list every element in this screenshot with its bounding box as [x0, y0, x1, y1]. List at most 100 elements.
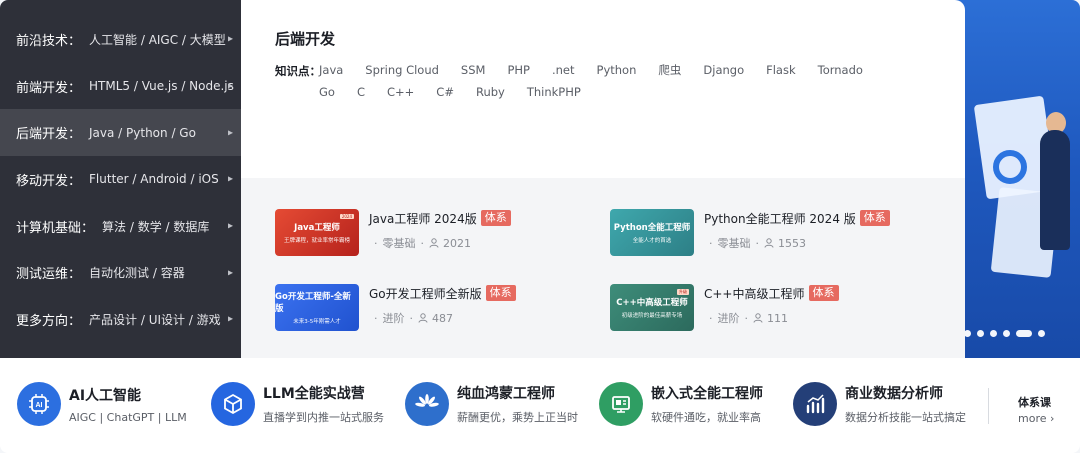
feature-text: 商业数据分析师 数据分析技能一站式搞定: [845, 383, 966, 425]
feature-harmonyos[interactable]: 纯血鸿蒙工程师 薪酬更优，乘势上正当时: [405, 382, 578, 426]
feature-embedded[interactable]: 嵌入式全能工程师 软硬件通吃，就业率高: [599, 382, 763, 426]
course-name: Java工程师 2024版: [369, 211, 477, 226]
meta-separator: ·: [709, 236, 713, 250]
knowledge-point-link[interactable]: 爬虫: [658, 60, 681, 80]
course-info: Go开发工程师全新版 体系 · 进阶 · 487: [369, 284, 516, 331]
chevron-right-icon: ▸: [227, 220, 233, 232]
nav-item-more[interactable]: 更多方向： 产品设计 / UI设计 / 游戏 ▸: [0, 296, 241, 343]
knowledge-point-link[interactable]: .net: [552, 60, 575, 80]
chevron-right-icon: ▸: [227, 313, 233, 325]
chevron-right-icon: ▸: [227, 127, 233, 139]
knowledge-point-link[interactable]: Java: [319, 60, 343, 80]
knowledge-point-link[interactable]: Tornado: [818, 60, 863, 80]
nav-item-frontend[interactable]: 前端开发： HTML5 / Vue.js / Node.js ▸: [0, 63, 241, 110]
nav-item-backend[interactable]: 后端开发： Java / Python / Go ▸: [0, 109, 241, 157]
carousel-dot-active[interactable]: [1016, 330, 1032, 337]
user-icon: [418, 313, 428, 323]
feature-text: 嵌入式全能工程师 软硬件通吃，就业率高: [651, 383, 763, 425]
more-link-text: more ›: [1018, 412, 1055, 425]
nav-subcategories: 产品设计 / UI设计 / 游戏: [89, 312, 221, 327]
course-info: Python全能工程师 2024 版 体系 · 零基础 · 1553: [704, 209, 890, 256]
chevron-right-icon: ▸: [227, 267, 233, 279]
carousel-dot[interactable]: [1038, 330, 1045, 337]
nav-item-testing-ops[interactable]: 测试运维： 自动化测试 / 容器 ▸: [0, 249, 241, 296]
knowledge-point-link[interactable]: Go: [319, 82, 335, 102]
hero-section: 前沿技术： 人工智能 / AIGC / 大模型 ▸ 前端开发： HTML5 / …: [0, 0, 1080, 358]
more-courses-link[interactable]: 体系课 more ›: [1018, 394, 1054, 425]
knowledge-point-link[interactable]: PHP: [507, 60, 530, 80]
course-card-go[interactable]: Go开发工程师-全新版 未来3-5年刚需人才 Go开发工程师全新版 体系 · 进…: [275, 284, 516, 331]
nav-item-mobile[interactable]: 移动开发： Flutter / Android / iOS ▸: [0, 156, 241, 203]
feature-description: 软硬件通吃，就业率高: [651, 411, 761, 424]
meta-separator: ·: [409, 311, 414, 325]
knowledge-point-link[interactable]: Spring Cloud: [365, 60, 439, 80]
thumbnail-subtitle: 未来3-5年刚需人才: [293, 319, 341, 325]
nav-subcategories: Flutter / Android / iOS: [89, 172, 219, 187]
nav-subcategories: HTML5 / Vue.js / Node.js: [89, 79, 234, 94]
course-meta: · 零基础 · 2021: [369, 235, 511, 251]
course-card-java[interactable]: Java工程师 王牌课程，就业率常年霸榜 2024 Java工程师 2024版 …: [275, 209, 511, 256]
course-title: Go开发工程师全新版 体系: [369, 284, 516, 302]
learner-count: 2021: [443, 236, 471, 250]
course-name: Python全能工程师 2024 版: [704, 211, 856, 226]
knowledge-point-link[interactable]: Ruby: [476, 82, 505, 102]
learner-count: 111: [767, 311, 788, 325]
feature-bar: AI AI人工智能 AIGC | ChatGPT | LLM LLM全能实战营 …: [0, 358, 1080, 453]
learner-count: 1553: [778, 236, 806, 250]
nav-category-label: 计算机基础：: [16, 220, 95, 236]
course-level: 进阶: [717, 312, 740, 325]
thumbnail-title: C++中高级工程师: [616, 298, 688, 308]
user-icon: [764, 238, 774, 248]
course-info: C++中高级工程师 体系 · 进阶 · 111: [704, 284, 839, 331]
feature-ai[interactable]: AI AI人工智能 AIGC | ChatGPT | LLM: [17, 382, 187, 426]
feature-description: 直播学到内推一站式服务: [263, 411, 384, 424]
feature-text: AI人工智能 AIGC | ChatGPT | LLM: [69, 385, 187, 424]
course-list: Java工程师 王牌课程，就业率常年霸榜 2024 Java工程师 2024版 …: [241, 178, 965, 358]
knowledge-point-link[interactable]: C: [357, 82, 365, 102]
feature-text: LLM全能实战营 直播学到内推一站式服务: [263, 383, 384, 425]
carousel-indicator: [964, 330, 1045, 337]
knowledge-point-link[interactable]: SSM: [461, 60, 486, 80]
course-level: 进阶: [382, 312, 405, 325]
cube-icon: [211, 382, 255, 426]
course-thumbnail: Python全能工程师 全能人才的首选: [610, 209, 694, 256]
feature-data-analyst[interactable]: 商业数据分析师 数据分析技能一站式搞定: [793, 382, 966, 426]
harmonyos-icon: [405, 382, 449, 426]
nav-category-label: 测试运维：: [16, 267, 82, 283]
carousel-dot[interactable]: [1003, 330, 1010, 337]
carousel-dot[interactable]: [990, 330, 997, 337]
feature-description: AIGC | ChatGPT | LLM: [69, 410, 187, 424]
knowledge-point-link[interactable]: Flask: [766, 60, 796, 80]
carousel-dot[interactable]: [964, 330, 971, 337]
feature-title: AI人工智能: [69, 387, 142, 404]
nav-category-label: 前沿技术：: [16, 33, 82, 49]
nav-category-label: 前端开发：: [16, 80, 82, 96]
nav-subcategories: 自动化测试 / 容器: [89, 266, 185, 281]
category-sidebar: 前沿技术： 人工智能 / AIGC / 大模型 ▸ 前端开发： HTML5 / …: [0, 0, 241, 358]
nav-item-cs-basics[interactable]: 计算机基础： 算法 / 数学 / 数据库 ▸: [0, 203, 241, 250]
knowledge-point-link[interactable]: ThinkPHP: [527, 82, 581, 102]
knowledge-point-link[interactable]: C++: [387, 82, 414, 102]
thumbnail-title: Go开发工程师-全新版: [275, 292, 351, 314]
course-card-python[interactable]: Python全能工程师 全能人才的首选 Python全能工程师 2024 版 体…: [610, 209, 890, 256]
thumbnail-title: Python全能工程师: [613, 223, 691, 233]
course-badge: 体系: [859, 210, 890, 226]
thumbnail-tag: 升级: [677, 289, 689, 295]
knowledge-point-link[interactable]: Python: [597, 60, 637, 80]
course-badge: 体系: [480, 210, 511, 226]
panel-title: 后端开发: [275, 30, 336, 48]
meta-separator: ·: [420, 236, 425, 250]
feature-title: LLM全能实战营: [263, 386, 365, 402]
carousel-dot[interactable]: [977, 330, 984, 337]
course-card-cpp[interactable]: C++中高级工程师 初级进阶的最佳高薪专场 升级 C++中高级工程师 体系 · …: [610, 284, 839, 331]
feature-llm[interactable]: LLM全能实战营 直播学到内推一站式服务: [211, 382, 384, 426]
knowledge-point-link[interactable]: C#: [436, 82, 454, 102]
nav-item-frontier-tech[interactable]: 前沿技术： 人工智能 / AIGC / 大模型 ▸: [0, 16, 241, 63]
banner-ring-graphic: [993, 150, 1027, 184]
course-name: C++中高级工程师: [704, 286, 805, 301]
category-dropdown-panel: 后端开发 知识点： Java Spring Cloud SSM PHP .net…: [241, 0, 965, 358]
bar-chart-icon: [793, 382, 837, 426]
course-info: Java工程师 2024版 体系 · 零基础 · 2021: [369, 209, 511, 256]
knowledge-point-link[interactable]: Django: [703, 60, 744, 80]
course-meta: · 进阶 · 111: [704, 310, 839, 326]
